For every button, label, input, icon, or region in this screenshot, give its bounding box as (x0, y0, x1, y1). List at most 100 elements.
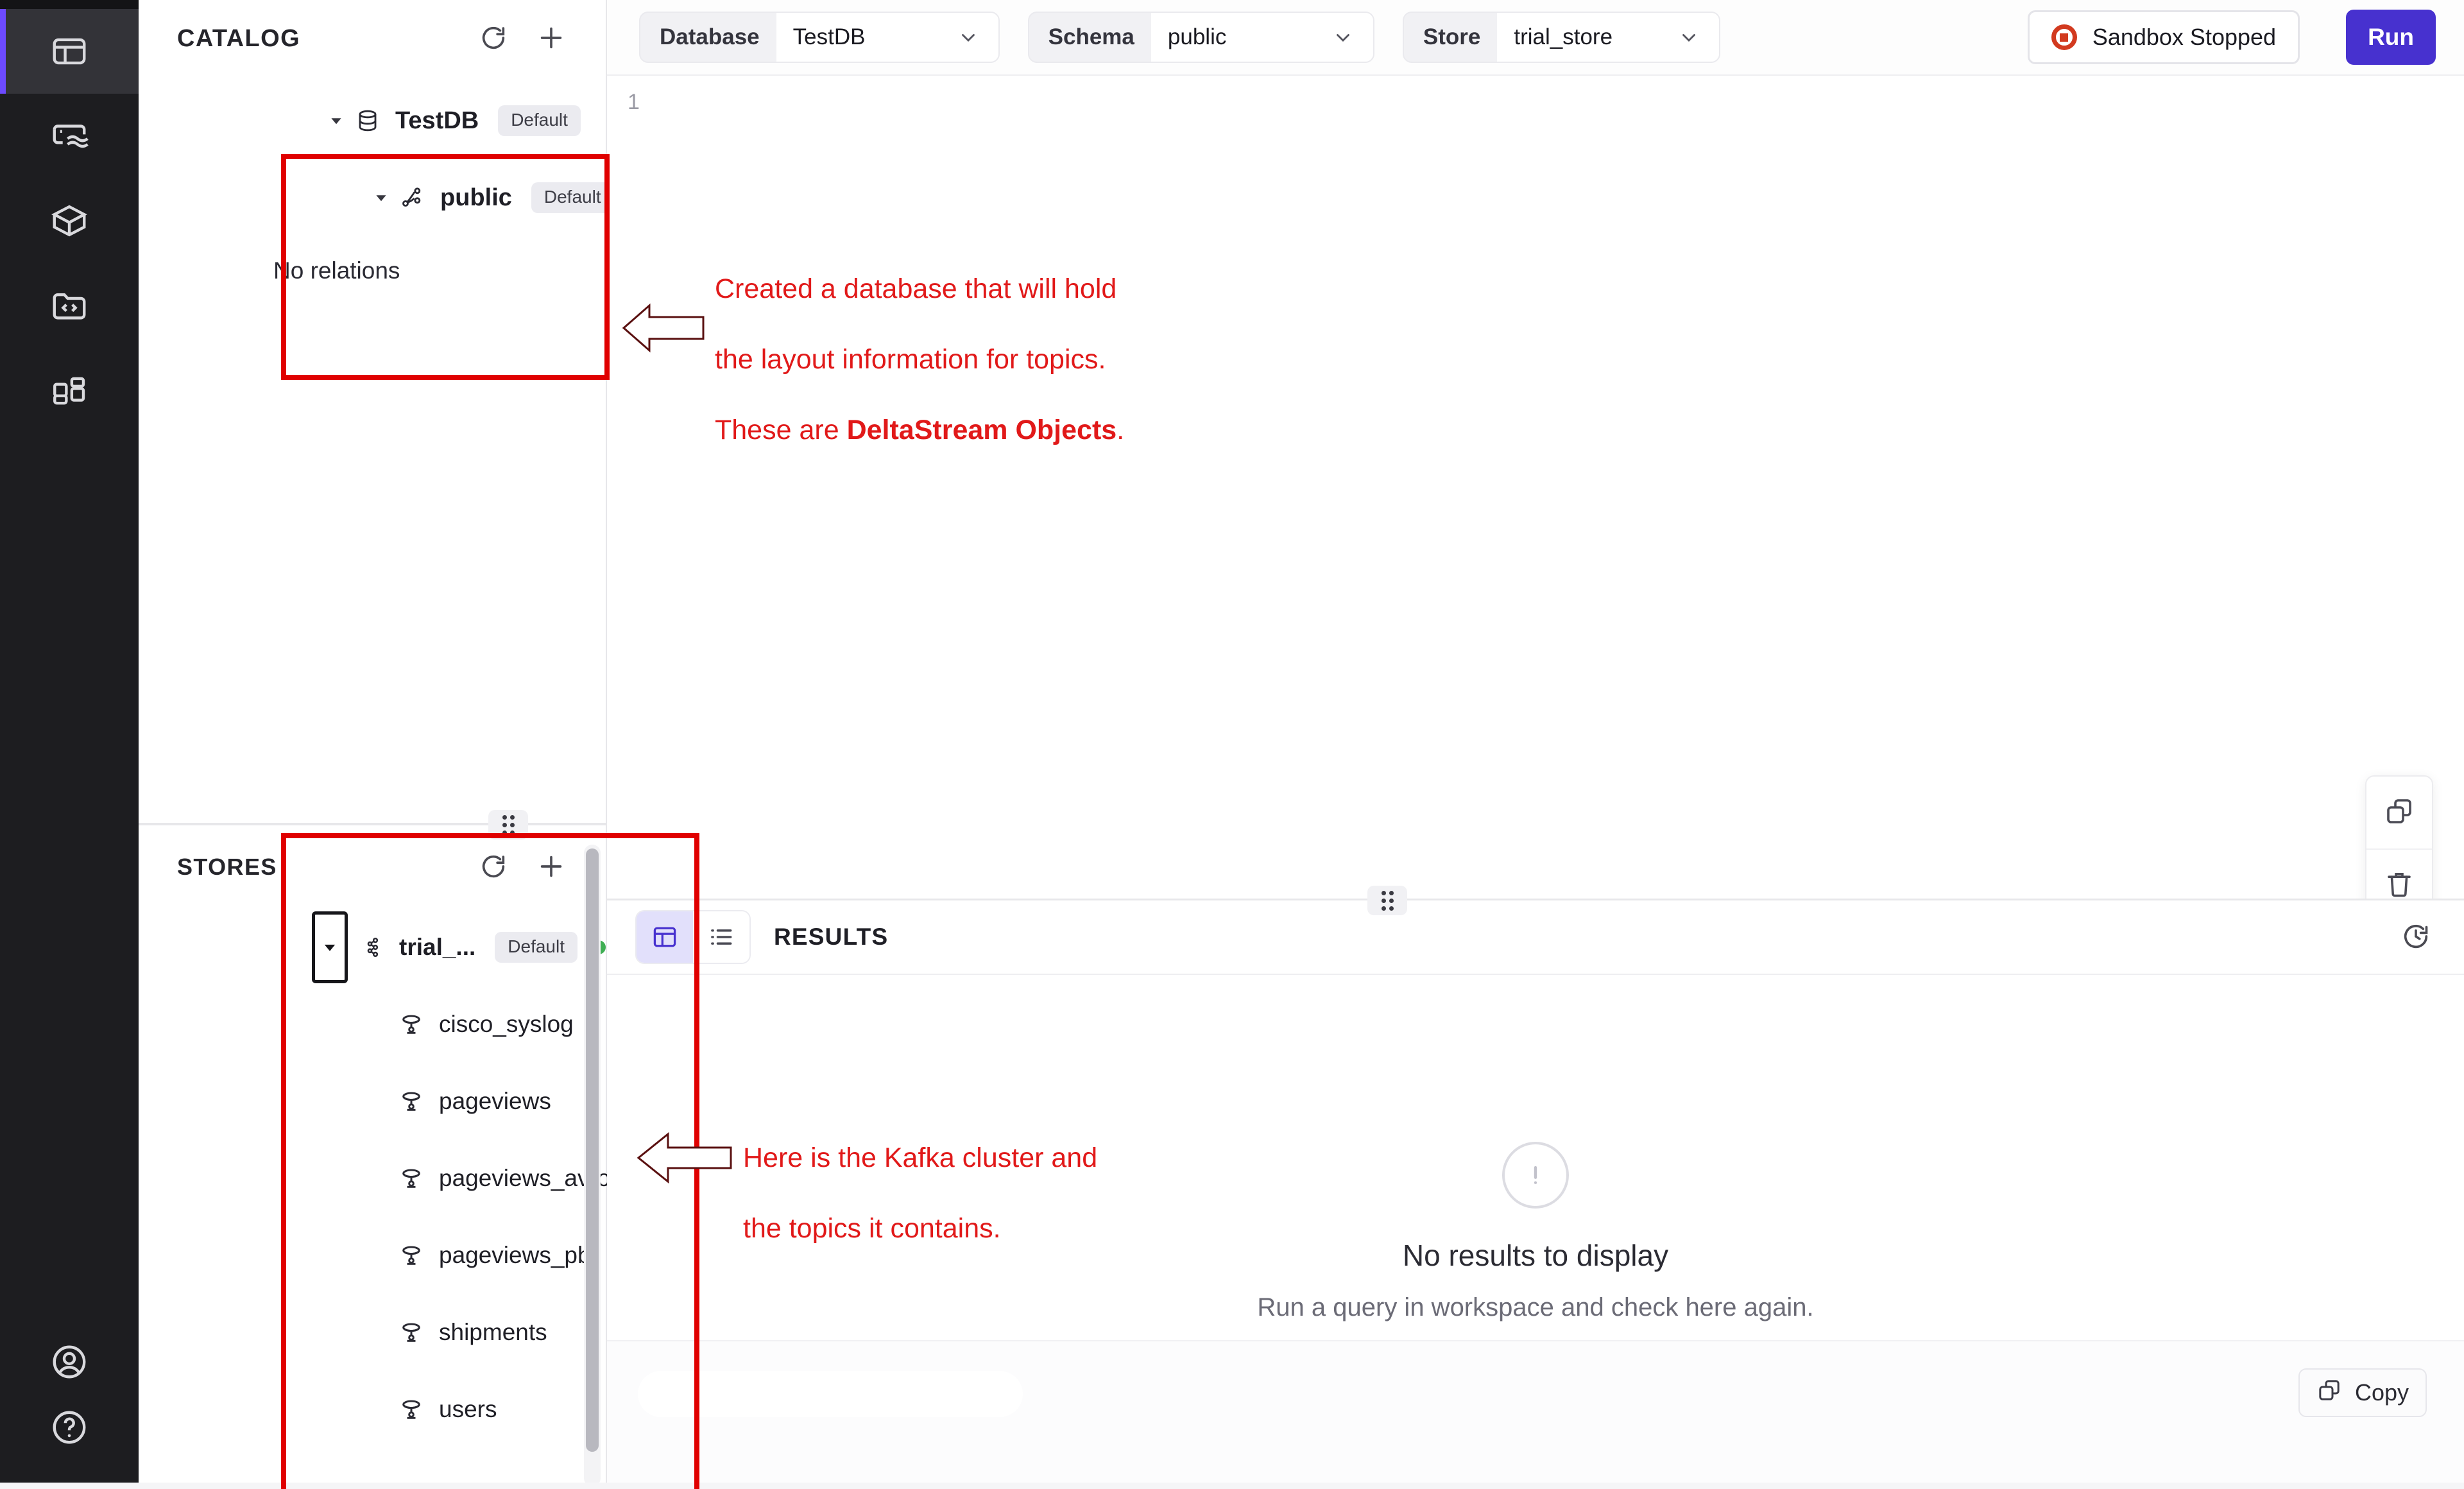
stores-annotation-line-1: Here is the Kafka cluster and (743, 1140, 1097, 1176)
plus-icon (536, 852, 566, 883)
chevron-down-icon[interactable] (1305, 13, 1373, 62)
editor-copy-button[interactable] (2366, 777, 2432, 848)
sandbox-status-pill[interactable]: Sandbox Stopped (2028, 10, 2300, 64)
stores-annotation-arrow (636, 1131, 732, 1185)
catalog-node-testdb[interactable]: TestDB Default (139, 82, 606, 159)
store-selector-label: Store (1404, 13, 1497, 62)
results-empty-subtitle: Run a query in workspace and check here … (1257, 1293, 1813, 1322)
topic-row[interactable]: shipments (139, 1294, 606, 1371)
catalog-node-label: TestDB (395, 107, 479, 135)
nav-item-streams[interactable] (0, 94, 139, 178)
catalog-annotation: Created a database that will hold the la… (715, 236, 1124, 483)
default-badge: Default (531, 182, 614, 213)
catalog-node-public[interactable]: public Default (139, 159, 606, 236)
database-selector[interactable]: Database TestDB (639, 12, 1000, 63)
sql-editor[interactable]: 1 Created a database that will hold the … (607, 76, 2464, 899)
refresh-icon (479, 852, 508, 883)
topic-label: pageviews_pb (439, 1242, 591, 1269)
results-footer: Copy (607, 1340, 2464, 1489)
topic-icon (395, 1317, 427, 1348)
blocks-grid-icon (49, 370, 89, 410)
stores-add-button[interactable] (534, 850, 569, 884)
chevron-down-icon[interactable] (930, 13, 998, 62)
cube-icon (49, 201, 89, 241)
nav-item-code-folder[interactable] (0, 263, 139, 348)
sandbox-status-label: Sandbox Stopped (2092, 24, 2276, 51)
user-account-icon (49, 1342, 89, 1382)
store-node-label: trial_... (399, 934, 475, 961)
topic-label: shipments (439, 1319, 547, 1346)
topic-row[interactable]: pageviews_pb (139, 1217, 606, 1294)
panel-splitter-grip[interactable] (488, 810, 528, 839)
chevron-down-icon[interactable] (1651, 13, 1719, 62)
main-area: Database TestDB Schema public Store tria… (607, 0, 2464, 1489)
results-copy-button[interactable]: Copy (2298, 1368, 2427, 1417)
copy-icon (2316, 1377, 2342, 1409)
schema-selector[interactable]: Schema public (1028, 12, 1374, 63)
panel-splitter[interactable] (139, 823, 606, 825)
topic-label: cisco_syslog (439, 1011, 574, 1038)
catalog-annotation-line-3: These are DeltaStream Objects. (715, 413, 1124, 448)
caret-down-icon[interactable] (367, 184, 395, 212)
store-selector[interactable]: Store trial_store (1403, 12, 1720, 63)
stores-title: STORES (177, 854, 476, 881)
stores-header-actions (476, 850, 569, 884)
kafka-icon (359, 930, 391, 965)
nav-item-help[interactable] (0, 1404, 139, 1489)
topic-row[interactable]: pageviews_avro (139, 1140, 606, 1217)
catalog-annotation-arrow (621, 303, 705, 353)
deltastream-workspace-app: CATALOG (0, 0, 2464, 1489)
catalog-title: CATALOG (177, 25, 476, 53)
nav-item-account[interactable] (0, 1320, 139, 1404)
catalog-add-button[interactable] (534, 21, 569, 56)
schema-icon (395, 182, 430, 213)
deltastream-objects-term: DeltaStream Objects (847, 415, 1117, 445)
topic-row[interactable]: users (139, 1371, 606, 1448)
topic-icon (395, 1394, 427, 1425)
results-title: RESULTS (774, 924, 2399, 951)
results-splitter-grip[interactable] (1367, 886, 1407, 915)
stream-card-icon (49, 116, 89, 156)
nav-item-workspace[interactable] (0, 9, 139, 94)
caret-down-icon[interactable] (312, 911, 348, 983)
results-history-button[interactable] (2399, 920, 2433, 954)
list-view-icon[interactable] (693, 911, 749, 963)
catalog-header: CATALOG (139, 0, 606, 77)
store-selector-value: trial_store (1497, 13, 1651, 62)
catalog-annotation-line-2: the layout information for topics. (715, 342, 1124, 377)
refresh-icon (479, 23, 508, 55)
topic-label: users (439, 1396, 497, 1423)
results-view-toggle[interactable] (635, 910, 751, 964)
plus-icon (536, 23, 566, 55)
editor-line-number: 1 (628, 90, 640, 115)
stores-annotation-line-2: the topics it contains. (743, 1211, 1097, 1246)
catalog-annotation-line-1: Created a database that will hold (715, 271, 1124, 307)
rail-top-cap (0, 0, 139, 9)
topic-label: pageviews (439, 1088, 551, 1115)
caret-down-icon[interactable] (322, 107, 350, 135)
explorer-panel: CATALOG (139, 0, 607, 1489)
results-filter-input[interactable] (638, 1371, 1023, 1417)
workspace-panel-icon (49, 31, 89, 71)
default-badge: Default (498, 105, 581, 136)
trash-icon (2384, 868, 2415, 902)
database-selector-label: Database (640, 13, 776, 62)
table-view-icon[interactable] (637, 911, 693, 963)
topic-row[interactable]: cisco_syslog (139, 986, 606, 1063)
stores-scrollbar[interactable] (584, 845, 601, 1486)
nav-item-apps[interactable] (0, 348, 139, 433)
stores-refresh-button[interactable] (476, 850, 511, 884)
results-empty-title: No results to display (1403, 1238, 1668, 1273)
store-node-trial[interactable]: trial_... Default (139, 909, 606, 986)
default-badge: Default (495, 932, 578, 963)
topic-row[interactable]: pageviews (139, 1063, 606, 1140)
stores-annotation: Here is the Kafka cluster and the topics… (743, 1105, 1097, 1282)
stores-scrollbar-thumb[interactable] (586, 848, 599, 1452)
run-button[interactable]: Run (2346, 10, 2436, 65)
workspace-toolbar: Database TestDB Schema public Store tria… (607, 0, 2464, 76)
topic-icon (395, 1163, 427, 1194)
topic-icon (395, 1009, 427, 1040)
database-selector-value: TestDB (776, 13, 930, 62)
catalog-refresh-button[interactable] (476, 21, 511, 56)
nav-item-catalog-objects[interactable] (0, 178, 139, 263)
